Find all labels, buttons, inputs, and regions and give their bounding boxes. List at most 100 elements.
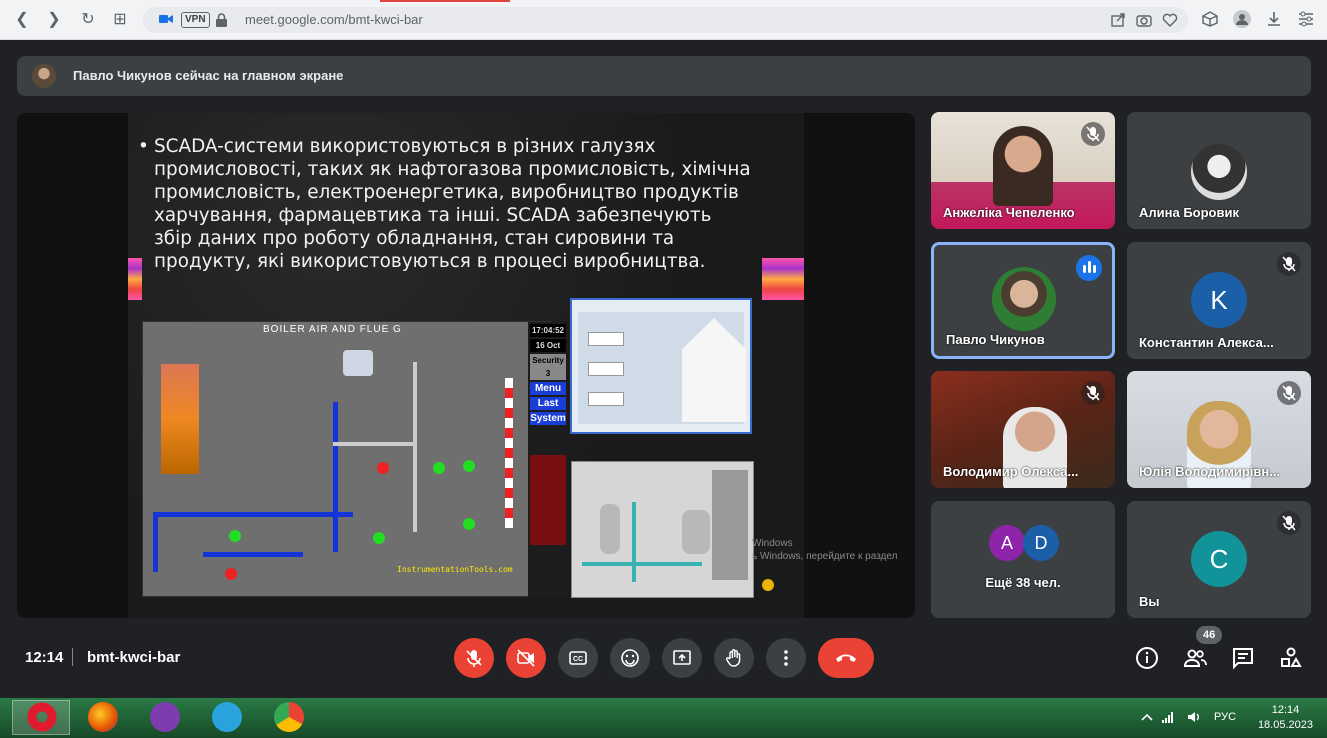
opera-icon[interactable] [27,702,57,732]
tray-expand-icon[interactable] [1140,711,1154,723]
camera-toggle-button[interactable] [506,638,546,678]
decor-stripe-right [762,258,804,300]
windows-activation-watermark: Windows ь Windows, перейдите к раздел [752,537,897,563]
presenter-banner-text: Павло Чикунов сейчас на главном экране [73,68,344,83]
chimney-graphic [505,378,513,528]
pipe [582,562,702,566]
pipe [333,402,338,552]
screenshot-canvas [578,312,746,424]
mic-off-icon [1277,252,1301,276]
url-text[interactable]: meet.google.com/bmt-kwci-bar [245,12,423,27]
participant-video [993,126,1053,206]
scada-date: 16 Oct [530,339,566,352]
fan-stopped [377,462,389,474]
forward-icon[interactable]: ❯ [44,10,64,30]
profile-icon[interactable] [1233,10,1251,28]
activities-icon[interactable] [1279,646,1303,670]
scada-house-screenshot [570,298,752,434]
fan-running [463,518,475,530]
firefox-icon[interactable] [88,702,118,732]
shared-screen[interactable]: • SCADA-системи використовуються в різни… [17,113,915,618]
easy-setup-icon[interactable] [1297,10,1315,28]
viber-icon[interactable] [150,702,180,732]
tank [588,332,624,346]
mic-off-icon [1081,381,1105,405]
participant-name: Алина Боровик [1139,205,1239,220]
raise-hand-button[interactable] [714,638,754,678]
mic-off-icon [1081,122,1105,146]
participant-tile[interactable]: K Константин Алекса... [1127,242,1311,359]
vpn-badge[interactable]: VPN [181,12,210,28]
volume-icon[interactable] [1187,711,1201,723]
mic-toggle-button[interactable] [454,638,494,678]
house-graphic [682,318,746,422]
present-screen-button[interactable] [662,638,702,678]
tabs-grid-icon[interactable]: ⊞ [110,10,130,30]
participant-tile-speaking[interactable]: Павло Чикунов [931,242,1115,359]
download-icon[interactable] [1265,10,1283,28]
active-tab-indicator [380,0,510,2]
presentation-slide: • SCADA-системи використовуються в різни… [128,113,804,618]
mic-off-icon [1277,381,1301,405]
self-tile[interactable]: C Вы [1127,501,1311,618]
leave-call-button[interactable] [818,638,874,678]
reactions-button[interactable] [610,638,650,678]
fan-running [229,530,241,542]
scada-source-url: InstrumentationTools.com [397,565,513,574]
camera-in-use-icon[interactable] [159,13,173,25]
watermark-line2: ь Windows, перейдите к раздел [752,551,898,562]
fan-stopped [225,568,237,580]
participant-tile[interactable]: Володимир Олекса... [931,371,1115,488]
scada-last: Last [530,397,566,410]
pipe [632,502,636,582]
telegram-icon[interactable] [212,702,242,732]
network-icon[interactable] [1161,711,1175,723]
captions-button[interactable]: CC [558,638,598,678]
cube-icon[interactable] [1201,10,1219,28]
pipe [203,552,303,557]
participant-tile[interactable]: Анжеліка Чепеленко [931,112,1115,229]
people-icon[interactable] [1183,646,1207,670]
duct [413,362,417,532]
tank [588,392,624,406]
vessel [600,504,620,554]
chrome-icon[interactable] [274,702,304,732]
more-participants-tile[interactable]: A D Ещё 38 чел. [931,501,1115,618]
scada-title: BOILER AIR AND FLUE G [263,324,402,335]
system-clock[interactable]: 12:14 18.05.2023 [1258,703,1313,733]
bullet-dot: • [138,136,149,157]
scada-menu: Menu [530,382,566,395]
furnace-graphic [161,364,199,474]
more-options-button[interactable] [766,638,806,678]
browser-toolbar: ❮ ❯ ↻ ⊞ VPN meet.google.com/bmt-kwci-bar [0,0,1327,40]
reload-icon[interactable]: ↻ [78,10,98,30]
emoji-icon [621,649,639,667]
back-icon[interactable]: ❮ [12,10,32,30]
chat-icon[interactable] [1231,646,1255,670]
taskbar-time: 12:14 [1271,704,1300,716]
scada-side-menu: 17:04:52 16 Oct Security 3 Menu Last Sys… [528,322,568,598]
participant-name: Константин Алекса... [1139,335,1274,350]
lock-icon[interactable] [216,13,227,27]
hand-icon [725,649,741,667]
meeting-details-icon[interactable] [1135,646,1159,670]
heart-icon[interactable] [1162,12,1178,28]
scada-boiler-screenshot: BOILER AIR AND FLUE G InstrumentationToo… [142,321,568,598]
participant-tile[interactable]: Юлія Володимирівн... [1127,371,1311,488]
presenter-banner: Павло Чикунов сейчас на главном экране [17,56,1311,96]
snapshot-camera-icon[interactable] [1136,12,1152,28]
share-page-icon[interactable] [1110,12,1126,28]
participant-tile[interactable]: Алина Боровик [1127,112,1311,229]
scada-time: 17:04:52 [530,324,566,337]
slide-bullet-text: SCADA-системи використовуються в різних … [154,136,751,272]
address-bar[interactable]: VPN meet.google.com/bmt-kwci-bar [143,7,1188,33]
self-letter-avatar: C [1191,531,1247,587]
tank [588,362,624,376]
keyboard-language[interactable]: РУС [1214,711,1236,723]
participant-name: Павло Чикунов [946,332,1045,347]
control-panel [712,470,748,580]
presenter-avatar [32,64,56,88]
scada-vessel-screenshot [571,461,754,598]
present-icon [673,650,691,665]
scada-alarm-panel [530,455,566,545]
